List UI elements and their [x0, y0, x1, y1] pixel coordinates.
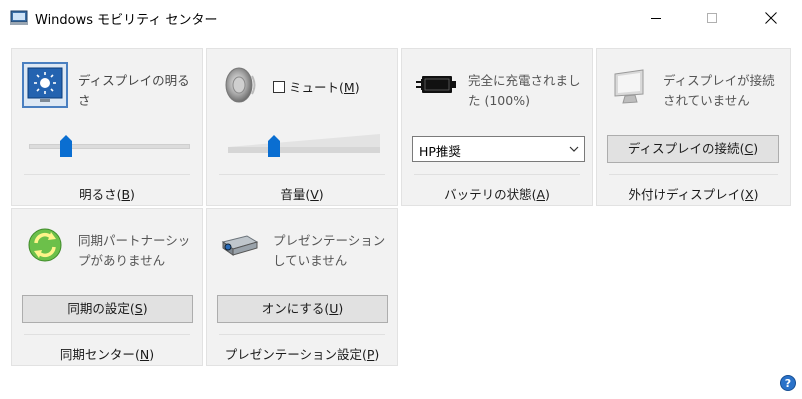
mute-label: ミュート(M) [289, 80, 360, 95]
sync-footer: 同期センター(N) [59, 347, 155, 362]
brightness-footer: 明るさ(B) [79, 187, 135, 202]
power-plan-select[interactable]: HP推奨 [412, 136, 585, 162]
turn-on-presentation-button[interactable]: オンにする(U) [217, 295, 388, 323]
divider [24, 334, 190, 335]
divider [24, 174, 190, 175]
divider [414, 174, 580, 175]
connect-display-button[interactable]: ディスプレイの接続(C) [607, 135, 779, 163]
divider [219, 334, 385, 335]
maximize-icon [707, 13, 717, 23]
brightness-tile: ディスプレイの明るさ 明るさ(B) [11, 48, 203, 206]
external-display-tile: ディスプレイが接続されていません ディスプレイの接続(C) 外付けディスプレイ(… [596, 48, 791, 206]
projector-icon[interactable] [217, 222, 263, 268]
title-bar: Windows モビリティ センター [0, 0, 802, 36]
battery-icon[interactable] [412, 62, 458, 108]
window-title: Windows モビリティ センター [35, 13, 218, 28]
external-display-status: ディスプレイが接続されていません [663, 73, 775, 108]
divider [609, 174, 778, 175]
maximize-button[interactable] [689, 0, 735, 36]
brightness-description: ディスプレイの明るさ [78, 73, 190, 108]
external-display-footer: 外付けディスプレイ(X) [628, 187, 759, 202]
volume-slider-thumb[interactable] [267, 135, 280, 157]
power-plan-value: HP推奨 [419, 144, 461, 159]
battery-tile: 完全に充電されました (100%) HP推奨 バッテリの状態(A) [401, 48, 593, 206]
sync-icon[interactable] [22, 222, 68, 268]
chevron-down-icon [569, 146, 579, 152]
close-button[interactable] [748, 0, 794, 36]
monitor-icon[interactable] [607, 62, 653, 108]
mute-checkbox[interactable]: ミュート(M) [273, 77, 360, 96]
close-icon [765, 12, 777, 24]
svg-text:?: ? [785, 377, 791, 390]
volume-footer: 音量(V) [280, 187, 324, 202]
presentation-footer: プレゼンテーション設定(P) [224, 347, 380, 362]
presentation-status: プレゼンテーションしていません [273, 233, 386, 268]
brightness-icon[interactable] [22, 62, 68, 108]
battery-status: 完全に充電されました (100%) [468, 73, 581, 108]
mute-checkbox-box[interactable] [273, 80, 285, 93]
minimize-icon [651, 18, 661, 19]
brightness-slider-track[interactable] [29, 144, 190, 149]
volume-slider-track[interactable] [228, 134, 380, 158]
sync-settings-button[interactable]: 同期の設定(S) [22, 295, 193, 323]
brightness-slider-thumb[interactable] [60, 135, 73, 157]
help-icon[interactable]: ? [780, 375, 796, 391]
speaker-icon[interactable] [217, 62, 263, 108]
minimize-button[interactable] [633, 0, 679, 36]
mobility-center-icon [10, 10, 28, 26]
volume-tile: ミュート(M) 音量(V) [206, 48, 398, 206]
sync-tile: 同期パートナーシップがありません 同期の設定(S) 同期センター(N) [11, 208, 203, 366]
presentation-tile: プレゼンテーションしていません オンにする(U) プレゼンテーション設定(P) [206, 208, 398, 366]
divider [219, 174, 385, 175]
sync-status: 同期パートナーシップがありません [78, 233, 191, 268]
battery-footer: バッテリの状態(A) [444, 187, 550, 202]
